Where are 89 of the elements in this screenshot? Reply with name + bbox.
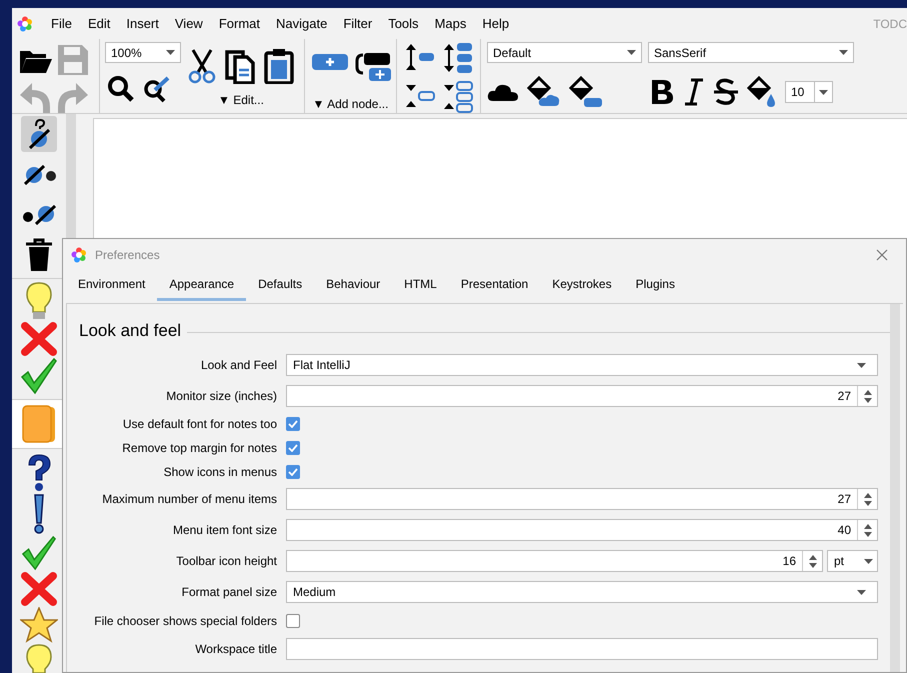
brush-search-icon[interactable]	[143, 75, 171, 103]
cross-icon[interactable]	[20, 321, 58, 357]
fill-cloud-icon[interactable]	[527, 76, 561, 108]
menu-item[interactable]: Help	[474, 12, 518, 36]
clipboard-icon[interactable]	[263, 48, 295, 84]
fill-node-icon[interactable]	[569, 76, 603, 108]
checkmark-icon[interactable]	[20, 357, 58, 395]
menu-item[interactable]: Edit	[80, 12, 118, 36]
tab[interactable]: Behaviour	[314, 270, 392, 301]
field-label: Use default font for notes too	[122, 416, 278, 432]
caret-icon	[166, 50, 175, 55]
bold-icon[interactable]	[649, 78, 675, 106]
zoom-dropdown[interactable]: 100%	[105, 42, 181, 63]
move-up-icon[interactable]	[405, 42, 435, 72]
checkbox[interactable]	[286, 614, 300, 628]
book-icon[interactable]	[21, 404, 57, 444]
menu-item[interactable]: Insert	[118, 12, 167, 36]
spinner-arrows-icon	[864, 492, 872, 506]
search-icon[interactable]	[107, 75, 135, 103]
font-size-dropdown[interactable]: 10	[785, 81, 833, 103]
lightbulb-icon[interactable]	[24, 281, 54, 321]
field-label: Monitor size (inches)	[165, 388, 278, 405]
number-spinner[interactable]: 27	[286, 488, 878, 510]
app-logo-icon	[71, 246, 87, 262]
field-label: File chooser shows special folders	[93, 612, 278, 630]
spinner-arrows-icon	[864, 524, 872, 536]
field-label: Show icons in menus	[162, 464, 278, 480]
add-node-menu-button[interactable]: ▼ Add node...	[312, 95, 388, 113]
menu-item[interactable]: Maps	[426, 12, 474, 36]
field-label: Format panel size	[180, 584, 278, 601]
tab[interactable]: Defaults	[246, 270, 314, 301]
field-label: Toolbar icon height	[175, 553, 278, 570]
close-icon[interactable]	[876, 248, 888, 260]
star-icon[interactable]	[20, 607, 58, 643]
tab[interactable]: Keystrokes	[540, 270, 624, 301]
field-label: Maximum number of menu items	[101, 491, 278, 508]
menu-item[interactable]: View	[166, 12, 211, 36]
tab[interactable]: Plugins	[624, 270, 687, 301]
checkbox[interactable]	[286, 440, 300, 454]
section-heading: Look and feel	[79, 320, 182, 342]
add-child-node-icon[interactable]	[354, 51, 390, 83]
caret-icon	[864, 558, 872, 564]
tab[interactable]: HTML	[392, 270, 449, 301]
fill-color-icon[interactable]	[747, 76, 777, 108]
link-help-icon[interactable]	[21, 116, 57, 152]
edit-menu-button[interactable]: ▼ Edit...	[218, 91, 264, 109]
number-spinner[interactable]: 16	[286, 550, 823, 572]
caret-icon	[627, 50, 636, 55]
caret-icon	[857, 362, 866, 368]
field-label: Look and Feel	[200, 357, 278, 374]
checkmark-icon[interactable]	[20, 535, 58, 571]
checkbox[interactable]	[286, 464, 300, 478]
cross-icon[interactable]	[20, 571, 58, 607]
number-spinner[interactable]: 27	[286, 385, 878, 407]
style-dropdown[interactable]: Default	[487, 42, 642, 63]
tab[interactable]: Presentation	[448, 270, 540, 301]
spinner-arrows-icon	[808, 554, 816, 568]
caret-icon	[857, 590, 866, 594]
menu-item[interactable]: Tools	[380, 12, 427, 36]
menu-item[interactable]: Navigate	[268, 12, 336, 36]
app-logo-icon	[17, 16, 33, 32]
tab[interactable]: Environment	[66, 270, 158, 301]
font-dropdown[interactable]: SansSerif	[648, 42, 854, 63]
lightbulb-icon[interactable]	[24, 643, 54, 673]
strikethrough-icon[interactable]	[713, 78, 739, 106]
menu-item[interactable]: Filter	[335, 12, 380, 36]
move-list-down-icon[interactable]	[442, 80, 472, 112]
move-list-icon[interactable]	[442, 42, 472, 74]
add-node-icon[interactable]	[310, 51, 348, 73]
input-field[interactable]	[286, 638, 878, 660]
caret-icon	[839, 50, 848, 55]
spinner-arrows-icon	[864, 390, 872, 402]
caret-icon	[819, 90, 828, 94]
field-label: Remove top margin for notes	[121, 440, 278, 456]
window-title: TODC	[873, 16, 907, 32]
menu-item[interactable]: Format	[210, 12, 268, 36]
field-label: Menu item font size	[172, 522, 278, 539]
dialog-title: Preferences	[95, 246, 161, 264]
number-spinner[interactable]: 40	[286, 519, 878, 541]
unit-dropdown[interactable]: pt	[827, 550, 878, 572]
copy-icon[interactable]	[223, 48, 257, 84]
italic-icon[interactable]	[683, 78, 705, 106]
scissors-icon[interactable]	[187, 48, 217, 84]
field-label: Workspace title	[194, 640, 278, 658]
dropdown[interactable]: Flat IntelliJ	[286, 354, 878, 376]
dropdown[interactable]: Medium	[286, 581, 878, 603]
scrollbar[interactable]	[890, 304, 900, 672]
checkbox[interactable]	[286, 416, 300, 430]
menu-item[interactable]: File	[43, 12, 80, 36]
